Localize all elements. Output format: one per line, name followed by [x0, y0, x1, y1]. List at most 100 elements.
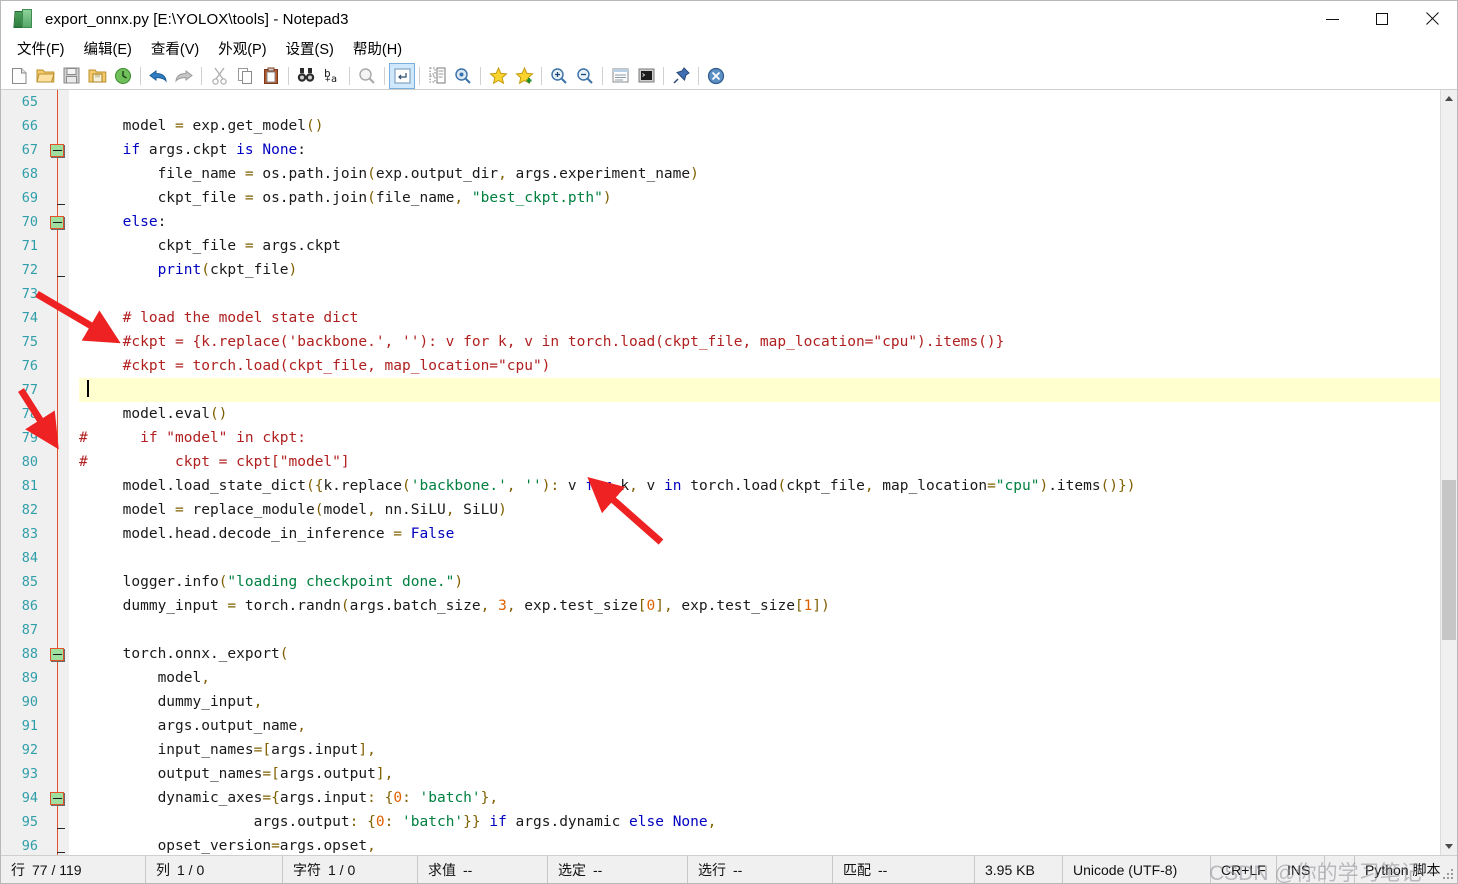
- find-next-button[interactable]: [355, 64, 379, 88]
- code-line[interactable]: # load the model state dict: [79, 306, 1440, 330]
- fold-marker-row[interactable]: [47, 258, 69, 282]
- code-line[interactable]: [79, 282, 1440, 306]
- status-eval[interactable]: 求值 --: [418, 856, 548, 883]
- minimize-button[interactable]: [1307, 1, 1357, 37]
- fold-marker-row[interactable]: [47, 162, 69, 186]
- fold-marker-row[interactable]: [47, 306, 69, 330]
- fold-marker-row[interactable]: [47, 426, 69, 450]
- fold-marker-row[interactable]: [47, 810, 69, 834]
- code-line[interactable]: print(ckpt_file): [79, 258, 1440, 282]
- fold-marker-row[interactable]: [47, 90, 69, 114]
- code-line[interactable]: args.output_name,: [79, 714, 1440, 738]
- menu-edit[interactable]: 编辑(E): [76, 39, 140, 61]
- menu-appearance[interactable]: 外观(P): [210, 39, 274, 61]
- fold-marker-row[interactable]: [47, 450, 69, 474]
- fold-marker-row[interactable]: [47, 498, 69, 522]
- code-line[interactable]: if args.ckpt is None:: [79, 138, 1440, 162]
- open-file-button[interactable]: [33, 64, 57, 88]
- save-button[interactable]: [59, 64, 83, 88]
- code-text[interactable]: model = exp.get_model() if args.ckpt is …: [69, 90, 1440, 855]
- fold-marker-row[interactable]: [47, 666, 69, 690]
- menu-help[interactable]: 帮助(H): [345, 39, 410, 61]
- fold-marker-row[interactable]: [47, 762, 69, 786]
- code-line[interactable]: dynamic_axes={args.input: {0: 'batch'},: [79, 786, 1440, 810]
- code-line[interactable]: [79, 546, 1440, 570]
- code-line[interactable]: # ckpt = ckpt["model"]: [79, 450, 1440, 474]
- status-encoding[interactable]: Unicode (UTF-8): [1063, 856, 1211, 883]
- fold-marker-row[interactable]: [47, 138, 69, 162]
- status-line[interactable]: 行 77 / 119: [1, 856, 146, 883]
- code-line[interactable]: dummy_input,: [79, 690, 1440, 714]
- code-line[interactable]: model.eval(): [79, 402, 1440, 426]
- zoom-in-button[interactable]: [547, 64, 571, 88]
- status-match[interactable]: 匹配 --: [833, 856, 975, 883]
- menu-settings[interactable]: 设置(S): [278, 39, 342, 61]
- fold-collapse-icon[interactable]: [50, 792, 64, 805]
- save-as-button[interactable]: [85, 64, 109, 88]
- code-line[interactable]: ckpt_file = args.ckpt: [79, 234, 1440, 258]
- fold-marker-row[interactable]: [47, 738, 69, 762]
- fold-marker-row[interactable]: [47, 642, 69, 666]
- code-line[interactable]: input_names=[args.input],: [79, 738, 1440, 762]
- fold-marker-row[interactable]: [47, 618, 69, 642]
- vertical-scrollbar[interactable]: [1440, 90, 1457, 855]
- status-selection[interactable]: 选定 --: [548, 856, 688, 883]
- undo-button[interactable]: [146, 64, 170, 88]
- fold-marker-row[interactable]: [47, 570, 69, 594]
- fold-marker-row[interactable]: [47, 210, 69, 234]
- fold-marker-row[interactable]: [47, 114, 69, 138]
- code-line[interactable]: model = exp.get_model(): [79, 114, 1440, 138]
- fold-marker-row[interactable]: [47, 234, 69, 258]
- code-line[interactable]: model.load_state_dict({k.replace('backbo…: [79, 474, 1440, 498]
- fold-margin[interactable]: [47, 90, 69, 855]
- menu-view[interactable]: 查看(V): [143, 39, 207, 61]
- code-line[interactable]: output_names=[args.output],: [79, 762, 1440, 786]
- status-filesize[interactable]: 3.95 KB: [975, 856, 1063, 883]
- revert-button[interactable]: [111, 64, 135, 88]
- zoom-out-button[interactable]: [573, 64, 597, 88]
- code-line[interactable]: logger.info("loading checkpoint done."): [79, 570, 1440, 594]
- bookmark-add-button[interactable]: [512, 64, 536, 88]
- schemes-button[interactable]: [608, 64, 632, 88]
- maximize-button[interactable]: [1357, 1, 1407, 37]
- code-line[interactable]: #ckpt = torch.load(ckpt_file, map_locati…: [79, 354, 1440, 378]
- code-line[interactable]: file_name = os.path.join(exp.output_dir,…: [79, 162, 1440, 186]
- code-line[interactable]: [79, 90, 1440, 114]
- exit-button[interactable]: [704, 64, 728, 88]
- code-line[interactable]: [79, 618, 1440, 642]
- code-line[interactable]: model,: [79, 666, 1440, 690]
- code-line[interactable]: # if "model" in ckpt:: [79, 426, 1440, 450]
- zoom-find-button[interactable]: [451, 64, 475, 88]
- code-line[interactable]: opset_version=args.opset,: [79, 834, 1440, 855]
- code-line[interactable]: torch.onnx._export(: [79, 642, 1440, 666]
- fold-marker-row[interactable]: [47, 594, 69, 618]
- fold-marker-row[interactable]: [47, 330, 69, 354]
- status-selected-lines[interactable]: 选行 --: [688, 856, 833, 883]
- fold-marker-row[interactable]: [47, 402, 69, 426]
- word-wrap-button[interactable]: [425, 64, 449, 88]
- status-char[interactable]: 字符 1 / 0: [283, 856, 418, 883]
- redo-button[interactable]: [172, 64, 196, 88]
- resize-grip-icon[interactable]: [1442, 868, 1454, 880]
- fold-marker-row[interactable]: [47, 714, 69, 738]
- fold-marker-row[interactable]: [47, 522, 69, 546]
- fold-marker-row[interactable]: [47, 474, 69, 498]
- menu-file[interactable]: 文件(F): [9, 39, 73, 61]
- code-line[interactable]: else:: [79, 210, 1440, 234]
- code-line[interactable]: model.head.decode_in_inference = False: [79, 522, 1440, 546]
- code-line[interactable]: args.output: {0: 'batch'}} if args.dynam…: [79, 810, 1440, 834]
- scrollbar-thumb[interactable]: [1442, 480, 1456, 640]
- fold-marker-row[interactable]: [47, 546, 69, 570]
- copy-button[interactable]: [233, 64, 257, 88]
- fold-marker-row[interactable]: [47, 354, 69, 378]
- fold-marker-row[interactable]: [47, 834, 69, 855]
- fold-marker-row[interactable]: [47, 282, 69, 306]
- status-eol[interactable]: CR+LF: [1211, 856, 1277, 883]
- code-line[interactable]: ckpt_file = os.path.join(file_name, "bes…: [79, 186, 1440, 210]
- console-button[interactable]: [634, 64, 658, 88]
- cut-button[interactable]: [207, 64, 231, 88]
- fold-marker-row[interactable]: [47, 378, 69, 402]
- close-button[interactable]: [1407, 1, 1457, 37]
- editor-area[interactable]: 65 66 67 68 69 70 71 72 73 74 75 76 77 78 79 80 81 82 83 84…: [1, 90, 1457, 855]
- code-line[interactable]: dummy_input = torch.randn(args.batch_siz…: [79, 594, 1440, 618]
